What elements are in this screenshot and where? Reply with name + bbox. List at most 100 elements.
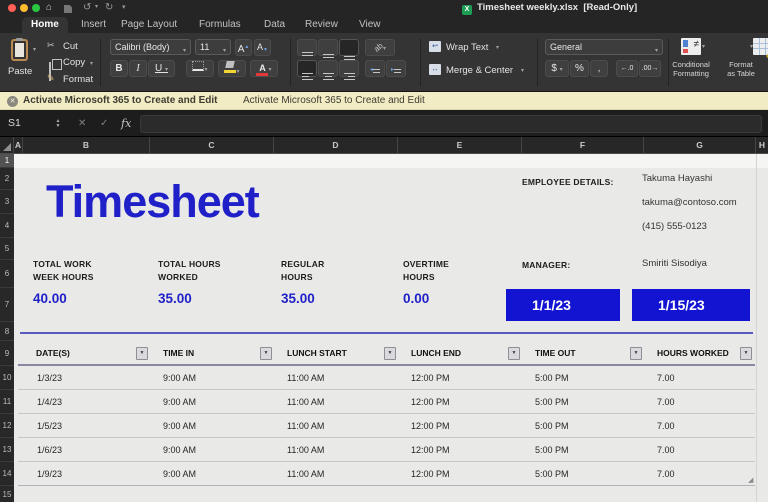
period-start-cell[interactable]: 1/1/23: [506, 289, 620, 321]
cell-lunch-start[interactable]: 11:00 AM: [287, 469, 324, 479]
row-header-11[interactable]: 11: [0, 390, 14, 414]
table-header-time-out[interactable]: TIME OUT: [535, 341, 576, 366]
cell-time-out[interactable]: 5:00 PM: [535, 373, 569, 383]
table-header-hours-worked[interactable]: HOURS WORKED: [657, 341, 729, 366]
tab-review[interactable]: Review: [296, 17, 347, 33]
row-header-8[interactable]: 8: [0, 322, 14, 341]
period-end-cell[interactable]: 1/15/23: [632, 289, 750, 321]
tab-insert[interactable]: Insert: [72, 17, 115, 33]
row-header-5[interactable]: 5: [0, 238, 14, 260]
format-as-table-button[interactable]: Format as Table: [718, 61, 764, 78]
filter-icon[interactable]: ▼: [384, 347, 396, 360]
cell-lunch-start[interactable]: 11:00 AM: [287, 421, 324, 431]
bold-button[interactable]: B: [110, 60, 128, 77]
cell-hours-worked[interactable]: 7.00: [657, 421, 675, 431]
cell-lunch-end[interactable]: 12:00 PM: [411, 445, 450, 455]
column-header-f[interactable]: F: [522, 137, 644, 154]
cell-time-in[interactable]: 9:00 AM: [163, 397, 196, 407]
row-header-9[interactable]: 9: [0, 341, 14, 366]
column-header-d[interactable]: D: [274, 137, 398, 154]
font-name-select[interactable]: Calibri (Body)▾: [110, 39, 191, 55]
decrease-font-size-button[interactable]: A▼: [254, 39, 271, 56]
conditional-formatting-button[interactable]: Conditional Formatting: [668, 61, 714, 78]
name-box[interactable]: S1: [8, 110, 21, 137]
tab-home[interactable]: Home: [22, 17, 68, 33]
wrap-text-button[interactable]: Wrap Text: [446, 42, 488, 53]
employee-email-cell[interactable]: takuma@contoso.com: [642, 197, 737, 208]
zoom-window-button[interactable]: [32, 4, 40, 12]
row-header-15[interactable]: 15: [0, 486, 14, 502]
merge-center-button[interactable]: Merge & Center: [446, 65, 513, 76]
cell-hours-worked[interactable]: 7.00: [657, 445, 675, 455]
enter-icon[interactable]: ✓: [100, 110, 108, 137]
cell-time-in[interactable]: 9:00 AM: [163, 421, 196, 431]
copy-dropdown-icon[interactable]: ▾: [90, 60, 93, 67]
increase-decimal-button[interactable]: ←.0: [616, 60, 638, 77]
column-header-b[interactable]: B: [23, 137, 150, 154]
cell-lunch-end[interactable]: 12:00 PM: [411, 373, 450, 383]
close-window-button[interactable]: [8, 4, 16, 12]
cell-time-out[interactable]: 5:00 PM: [535, 397, 569, 407]
font-color-button[interactable]: A▾: [250, 60, 278, 77]
table-header-lunch-start[interactable]: LUNCH START: [287, 341, 347, 366]
cell-lunch-start[interactable]: 11:00 AM: [287, 445, 324, 455]
cell-time-out[interactable]: 5:00 PM: [535, 421, 569, 431]
filter-icon[interactable]: ▼: [630, 347, 642, 360]
redo-icon[interactable]: ↻: [105, 0, 113, 15]
chevron-down-icon[interactable]: ▾: [521, 67, 524, 74]
currency-format-button[interactable]: $ ▾: [545, 60, 569, 77]
name-box-stepper[interactable]: ▲▼: [52, 115, 64, 132]
overtime-hours-value[interactable]: 0.00: [403, 291, 429, 306]
employee-phone-cell[interactable]: (415) 555-0123: [642, 221, 707, 232]
align-bottom-button[interactable]: [339, 39, 359, 56]
row-header-6[interactable]: 6: [0, 260, 14, 288]
cell-date[interactable]: 1/5/23: [37, 421, 62, 431]
table-header-dates[interactable]: DATE(S): [36, 341, 70, 366]
cell-time-in[interactable]: 9:00 AM: [163, 373, 196, 383]
employee-name-cell[interactable]: Takuma Hayashi: [642, 173, 712, 184]
row-header-2[interactable]: 2: [0, 168, 14, 190]
align-right-button[interactable]: [339, 60, 359, 77]
chevron-down-icon[interactable]: ▾: [702, 43, 705, 50]
decrease-indent-button[interactable]: ◂: [365, 60, 385, 77]
filter-icon[interactable]: ▼: [508, 347, 520, 360]
cell-lunch-end[interactable]: 12:00 PM: [411, 397, 450, 407]
italic-button[interactable]: I: [129, 60, 147, 77]
select-all-corner[interactable]: [0, 137, 14, 154]
row-header-10[interactable]: 10: [0, 366, 14, 390]
paste-button[interactable]: [11, 39, 28, 66]
cell-date[interactable]: 1/6/23: [37, 445, 62, 455]
fill-color-button[interactable]: ▾: [218, 60, 246, 77]
filter-icon[interactable]: ▼: [136, 347, 148, 360]
column-header-a[interactable]: A: [14, 137, 23, 154]
tab-formulas[interactable]: Formulas: [190, 17, 250, 33]
total-work-week-hours-value[interactable]: 40.00: [33, 291, 67, 306]
cell-hours-worked[interactable]: 7.00: [657, 397, 675, 407]
cell-date[interactable]: 1/4/23: [37, 397, 62, 407]
comma-format-button[interactable]: ,: [590, 60, 608, 77]
row-header-1[interactable]: 1: [0, 154, 14, 168]
formula-input[interactable]: [140, 115, 762, 133]
row-header-12[interactable]: 12: [0, 414, 14, 438]
borders-button[interactable]: ▾: [186, 60, 214, 77]
cell-hours-worked[interactable]: 7.00: [657, 373, 675, 383]
decrease-decimal-button[interactable]: .00→: [639, 60, 661, 77]
number-format-select[interactable]: General▾: [545, 39, 663, 55]
toolbar-options-icon[interactable]: ▾: [122, 0, 126, 15]
tab-data[interactable]: Data: [255, 17, 294, 33]
cancel-icon[interactable]: ✕: [78, 110, 86, 137]
row-header-13[interactable]: 13: [0, 438, 14, 462]
table-header-time-in[interactable]: TIME IN: [163, 341, 194, 366]
underline-button[interactable]: U ▾: [148, 60, 175, 77]
column-header-g[interactable]: G: [644, 137, 756, 154]
align-top-button[interactable]: [297, 39, 317, 56]
font-size-select[interactable]: 11▾: [195, 39, 231, 55]
manager-name-cell[interactable]: Smiriti Sisodiya: [642, 258, 707, 269]
cell-date[interactable]: 1/3/23: [37, 373, 62, 383]
tab-view[interactable]: View: [350, 17, 390, 33]
cell-time-in[interactable]: 9:00 AM: [163, 469, 196, 479]
format-as-table-icon[interactable]: [753, 38, 768, 55]
table-resize-handle[interactable]: ◢: [748, 476, 753, 484]
table-row[interactable]: 1/9/23 9:00 AM 11:00 AM 12:00 PM 5:00 PM…: [18, 462, 755, 486]
increase-font-size-button[interactable]: A▲: [235, 39, 252, 56]
